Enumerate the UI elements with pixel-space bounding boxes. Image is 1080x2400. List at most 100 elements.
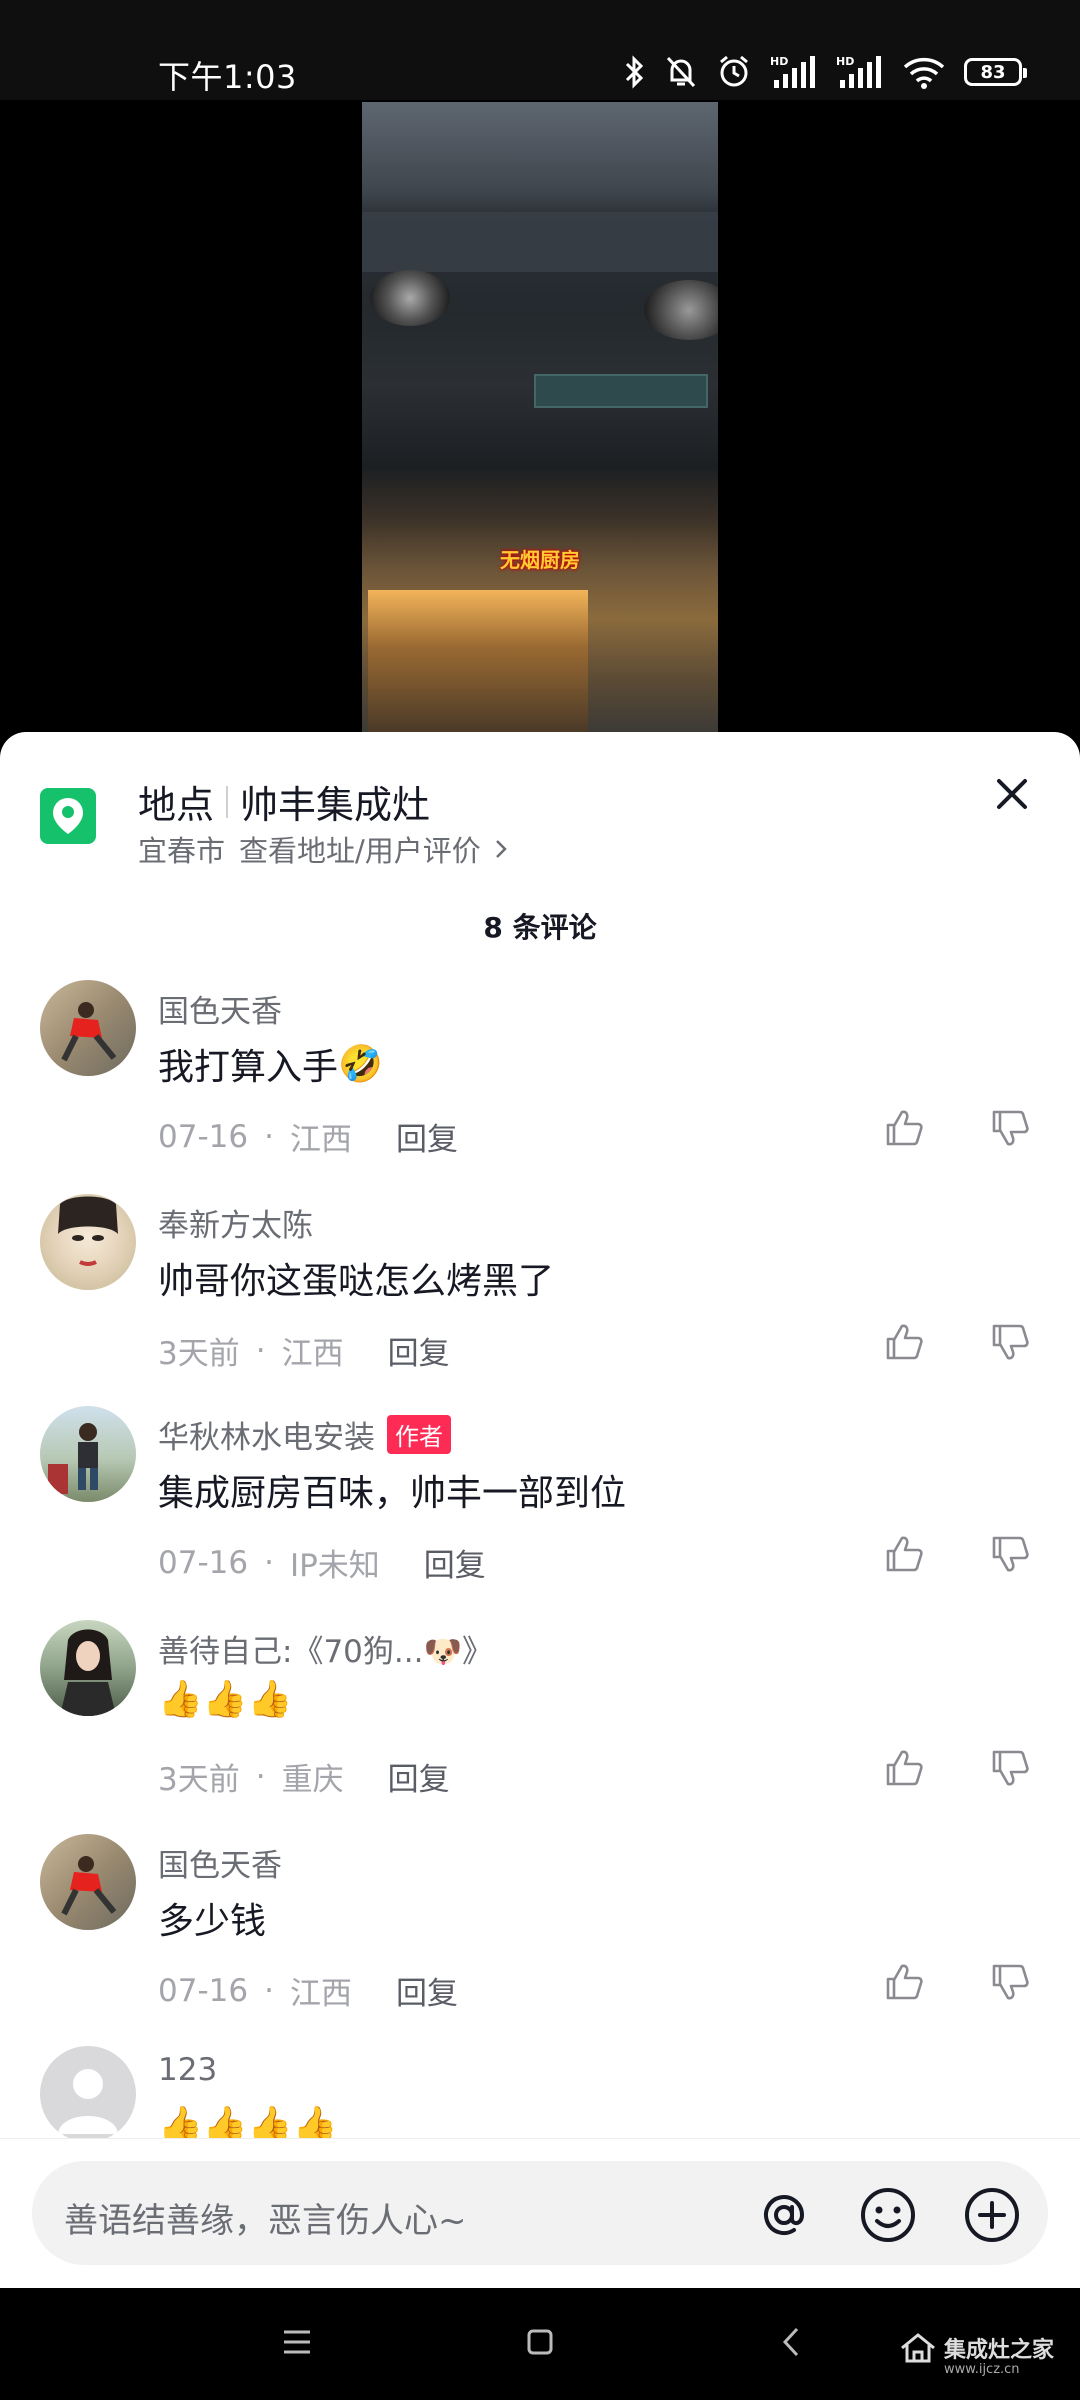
battery-icon: 83 bbox=[964, 58, 1027, 86]
video-burner-right bbox=[644, 280, 718, 340]
at-mention-icon[interactable] bbox=[754, 2185, 814, 2245]
avatar[interactable] bbox=[40, 1620, 136, 1716]
comment-location: 江西 bbox=[289, 1976, 352, 2012]
location-name: 帅丰集成灶 bbox=[240, 783, 431, 827]
thumbs-down-icon[interactable] bbox=[988, 1532, 1032, 1576]
comment-text: 我打算入手 🤣 bbox=[158, 1038, 385, 1090]
avatar[interactable] bbox=[40, 1834, 136, 1930]
status-time: 下午1:03 bbox=[158, 58, 297, 96]
comment-item[interactable]: 国色天香 我打算入手 🤣 07-16 · 江西 回复 bbox=[0, 980, 1080, 1192]
plus-icon[interactable] bbox=[962, 2185, 1022, 2245]
emoji-icon[interactable] bbox=[858, 2185, 918, 2245]
avatar[interactable] bbox=[40, 2046, 136, 2142]
comment-username[interactable]: 华秋林水电安装 作者 bbox=[158, 1412, 451, 1457]
username-text[interactable]: 国色天香 bbox=[158, 986, 282, 1031]
comment-text: 多少钱 bbox=[158, 1892, 266, 1944]
signal-hd-2-icon: HD bbox=[836, 55, 881, 88]
chevron-right-icon bbox=[495, 840, 507, 858]
comment-location: 江西 bbox=[281, 1336, 344, 1372]
comment-item[interactable]: 奉新方太陈 帅哥你这蛋哒怎么烤黑了 3天前 · 江西 回复 bbox=[0, 1194, 1080, 1406]
video-player[interactable]: 无烟厨房 bbox=[0, 100, 1080, 732]
video-counter-shape bbox=[362, 212, 718, 272]
comment-username[interactable]: 奉新方太陈 bbox=[158, 1200, 313, 1245]
comment-username[interactable]: 善待自己:《70狗...🐶》 bbox=[158, 1626, 493, 1671]
thumbs-up-icon[interactable] bbox=[882, 1960, 926, 2004]
avatar[interactable] bbox=[40, 1194, 136, 1290]
home-icon[interactable] bbox=[526, 2328, 554, 2356]
alarm-icon bbox=[720, 55, 748, 87]
thumbs-down-icon[interactable] bbox=[988, 1106, 1032, 1150]
house-logo-icon bbox=[901, 2333, 935, 2363]
comment-username[interactable]: 国色天香 bbox=[158, 1840, 282, 1885]
username-text[interactable]: 华秋林水电安装 bbox=[158, 1412, 375, 1457]
comment-date: 07-16 bbox=[158, 1972, 249, 2009]
comment-input-bar: 善语结善缘，恶言伤人心~ bbox=[0, 2138, 1080, 2289]
meta-dot: · bbox=[264, 1544, 274, 1581]
avatar[interactable] bbox=[40, 980, 136, 1076]
meta-dot: · bbox=[264, 1118, 274, 1155]
location-title[interactable]: 地点 帅丰集成灶 bbox=[138, 774, 430, 829]
thumbs-down-icon[interactable] bbox=[988, 1960, 1032, 2004]
username-text[interactable]: 123 bbox=[158, 2052, 217, 2088]
reply-button[interactable]: 回复 bbox=[396, 1114, 458, 1159]
comment-input[interactable]: 善语结善缘，恶言伤人心~ bbox=[32, 2161, 1048, 2265]
comment-item[interactable]: 华秋林水电安装 作者 集成厨房百味，帅丰一部到位 07-16 · IP未知 回复 bbox=[0, 1406, 1080, 1618]
location-pin-icon[interactable] bbox=[40, 788, 96, 844]
menu-icon[interactable] bbox=[282, 2328, 312, 2356]
video-frame[interactable]: 无烟厨房 bbox=[362, 102, 718, 732]
location-divider bbox=[226, 785, 229, 818]
signal-hd-1-icon: HD bbox=[770, 55, 815, 88]
comment-location: 重庆 bbox=[281, 1762, 344, 1798]
username-text[interactable]: 善待自己:《70狗...🐶》 bbox=[158, 1626, 493, 1671]
wifi-icon bbox=[903, 57, 945, 89]
close-icon[interactable] bbox=[990, 772, 1034, 816]
location-link[interactable]: 查看地址/用户评价 bbox=[239, 828, 481, 870]
bluetooth-icon bbox=[625, 55, 644, 89]
username-text[interactable]: 奉新方太陈 bbox=[158, 1200, 313, 1245]
reply-button[interactable]: 回复 bbox=[388, 1328, 450, 1373]
back-icon[interactable] bbox=[780, 2326, 802, 2358]
comment-date: 07-16 bbox=[158, 1118, 249, 1155]
comment-item[interactable]: 善待自己:《70狗...🐶》 👍👍👍 3天前 · 重庆 回复 bbox=[0, 1620, 1080, 1832]
thumbs-down-icon[interactable] bbox=[988, 1320, 1032, 1364]
avatar[interactable] bbox=[40, 1406, 136, 1502]
watermark-name: 集成灶之家 bbox=[944, 2338, 1055, 2363]
comment-location: 江西 bbox=[289, 1122, 352, 1158]
reply-button[interactable]: 回复 bbox=[388, 1754, 450, 1799]
thumbs-up-icon[interactable] bbox=[882, 1532, 926, 1576]
video-caption: 无烟厨房 bbox=[500, 548, 580, 572]
video-control-panel bbox=[534, 374, 708, 408]
comment-username[interactable]: 国色天香 bbox=[158, 986, 282, 1031]
system-nav-bar: 集成灶之家 www.ijcz.cn bbox=[0, 2288, 1080, 2400]
comment-username[interactable]: 123 bbox=[158, 2052, 217, 2088]
thumbs-up-icon[interactable] bbox=[882, 1320, 926, 1364]
comment-body: 帅哥你这蛋哒怎么烤黑了 bbox=[158, 1261, 555, 1302]
comment-input-placeholder[interactable]: 善语结善缘，恶言伤人心~ bbox=[64, 2193, 467, 2242]
comment-date: 3天前 bbox=[158, 1762, 240, 1798]
comment-body: 多少钱 bbox=[158, 1901, 267, 1942]
thumbs-down-icon[interactable] bbox=[988, 1746, 1032, 1790]
comment-date: 3天前 bbox=[158, 1336, 240, 1372]
thumbs-up-icon[interactable] bbox=[882, 1746, 926, 1790]
reply-button[interactable]: 回复 bbox=[396, 1968, 458, 2013]
meta-dot: · bbox=[264, 1972, 274, 2009]
username-text[interactable]: 国色天香 bbox=[158, 1840, 282, 1885]
comment-text: 👍👍👍 bbox=[158, 1678, 292, 1720]
battery-level: 83 bbox=[980, 61, 1006, 83]
meta-dot: · bbox=[255, 1332, 266, 1369]
svg-text:HD: HD bbox=[836, 55, 854, 68]
thumbs-up-icon[interactable] bbox=[882, 1106, 926, 1150]
author-badge: 作者 bbox=[387, 1415, 451, 1454]
status-icons: HD HD 83 bbox=[624, 52, 1027, 92]
comment-location: IP未知 bbox=[289, 1548, 380, 1584]
meta-dot: · bbox=[255, 1758, 266, 1795]
reply-button[interactable]: 回复 bbox=[424, 1540, 486, 1585]
comment-meta: 3天前 · 重庆 回复 bbox=[158, 1754, 450, 1799]
svg-text:HD: HD bbox=[770, 55, 788, 68]
watermark: 集成灶之家 www.ijcz.cn bbox=[900, 2332, 1055, 2377]
location-subtitle[interactable]: 宜春市 查看地址/用户评价 bbox=[138, 828, 507, 870]
status-bar: 下午1:03 HD HD 83 bbox=[0, 0, 1080, 100]
comment-body: 集成厨房百味，帅丰一部到位 bbox=[158, 1473, 627, 1514]
comment-item[interactable]: 国色天香 多少钱 07-16 · 江西 回复 bbox=[0, 1834, 1080, 2046]
comment-text: 帅哥你这蛋哒怎么烤黑了 bbox=[158, 1252, 554, 1304]
